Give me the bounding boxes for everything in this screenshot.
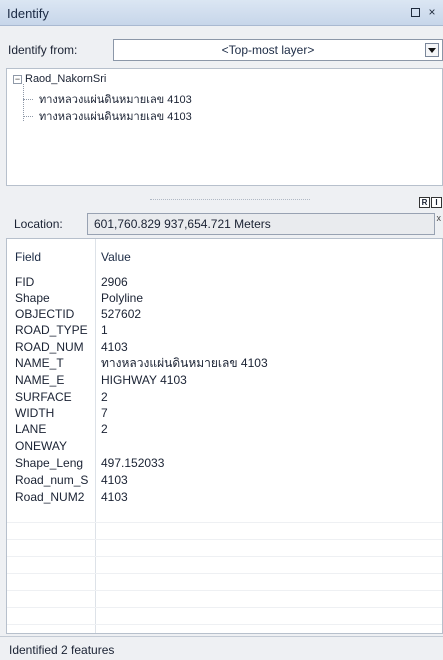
tree-feature-label: ทางหลวงแผ่นดินหมายเลข 4103 — [39, 94, 192, 106]
status-text: Identified 2 features — [9, 643, 115, 657]
table-row[interactable]: ONEWAY — [7, 438, 442, 454]
table-row[interactable]: ROAD_TYPE 1 — [7, 322, 442, 338]
empty-row — [7, 607, 442, 608]
empty-row — [7, 573, 442, 574]
field-name: WIDTH — [15, 406, 55, 420]
field-name: ONEWAY — [15, 439, 68, 453]
field-name: Road_num_S — [15, 473, 89, 487]
table-row[interactable]: OBJECTID 527602 — [7, 306, 442, 322]
empty-row — [7, 539, 442, 540]
field-name: NAME_T — [15, 356, 64, 370]
pin-icon[interactable]: x — [437, 213, 442, 223]
field-value: 4103 — [101, 473, 128, 487]
field-value: Polyline — [101, 291, 144, 305]
identify-from-row: Identify from: <Top-most layer> — [0, 37, 443, 63]
tree-branch-line — [23, 115, 33, 117]
location-value: 601,760.829 937,654.721 Meters — [87, 213, 435, 235]
close-button[interactable]: × — [425, 5, 439, 19]
table-row[interactable]: WIDTH 7 — [7, 405, 442, 421]
field-value: 4103 — [101, 340, 128, 354]
table-row[interactable]: LANE 2 — [7, 421, 442, 437]
empty-row — [7, 522, 442, 523]
collapse-icon[interactable]: − — [13, 74, 22, 84]
location-row: Location: 601,760.829 937,654.721 Meters… — [6, 212, 443, 236]
status-bar: Identified 2 features — [0, 636, 443, 660]
view-results-button[interactable]: R — [419, 197, 430, 208]
identify-from-label: Identify from: — [8, 43, 78, 57]
tree-feature-label: ทางหลวงแผ่นดินหมายเลข 4103 — [39, 111, 192, 123]
field-value: 4103 — [101, 490, 128, 504]
empty-row — [7, 590, 442, 591]
location-label: Location: — [14, 217, 63, 231]
field-name: LANE — [15, 422, 47, 436]
table-row[interactable]: NAME_T ทางหลวงแผ่นดินหมายเลข 4103 — [7, 355, 442, 371]
field-value: 497.152033 — [101, 456, 165, 470]
window-title: Identify — [7, 6, 49, 21]
tree-branch-line — [23, 98, 33, 100]
field-value: 2 — [101, 390, 108, 404]
field-name: FID — [15, 275, 35, 289]
splitter-grip — [150, 199, 310, 200]
empty-row — [7, 556, 442, 557]
field-name: Shape_Leng — [15, 456, 84, 470]
field-name: ROAD_TYPE — [15, 323, 88, 337]
close-icon: × — [428, 5, 436, 19]
tree-node-feature[interactable]: ทางหลวงแผ่นดินหมายเลข 4103 — [23, 90, 192, 108]
restore-icon — [410, 7, 420, 17]
field-name: OBJECTID — [15, 307, 75, 321]
chevron-down-icon — [428, 48, 436, 53]
pane-splitter[interactable]: R I — [0, 188, 443, 212]
table-row[interactable]: FID 2906 — [7, 274, 442, 290]
field-value: HIGHWAY 4103 — [101, 373, 187, 387]
table-row[interactable]: Shape Polyline — [7, 290, 442, 306]
field-name: SURFACE — [15, 390, 72, 404]
table-row[interactable]: Shape_Leng 497.152033 — [7, 455, 442, 471]
field-value: 1 — [101, 323, 108, 337]
field-name: NAME_E — [15, 373, 65, 387]
view-info-button[interactable]: I — [431, 197, 442, 208]
attribute-table: Field Value FID 2906 Shape Polyline OBJE… — [6, 238, 443, 634]
table-header: Field Value — [7, 249, 442, 265]
value-column-header: Value — [101, 250, 131, 264]
table-row[interactable]: SURFACE 2 — [7, 389, 442, 405]
field-name: Shape — [15, 291, 50, 305]
field-value: ทางหลวงแผ่นดินหมายเลข 4103 — [101, 355, 268, 370]
empty-row — [7, 624, 442, 625]
field-name: Road_NUM2 — [15, 490, 85, 504]
identify-from-value: <Top-most layer> — [221, 43, 315, 57]
field-value: 2 — [101, 422, 108, 436]
field-value: 527602 — [101, 307, 142, 321]
field-value: 7 — [101, 406, 108, 420]
identify-from-dropdown[interactable]: <Top-most layer> — [113, 39, 443, 61]
dropdown-arrow-button[interactable] — [425, 43, 439, 57]
title-bar: Identify × — [0, 0, 443, 26]
tree-node-layer[interactable]: − Raod_NakornSri — [13, 73, 106, 85]
tree-node-feature[interactable]: ทางหลวงแผ่นดินหมายเลข 4103 — [23, 107, 192, 125]
field-name: ROAD_NUM — [15, 340, 84, 354]
table-row[interactable]: Road_num_S 4103 — [7, 472, 442, 488]
table-row[interactable]: Road_NUM2 4103 — [7, 489, 442, 505]
table-row[interactable]: NAME_E HIGHWAY 4103 — [7, 372, 442, 388]
field-column-header: Field — [15, 250, 42, 264]
field-value: 2906 — [101, 275, 128, 289]
tree-root-label: Raod_NakornSri — [25, 73, 107, 85]
results-tree: − Raod_NakornSri ทางหลวงแผ่นดินหมายเลข 4… — [6, 68, 443, 186]
restore-button[interactable] — [408, 5, 422, 19]
